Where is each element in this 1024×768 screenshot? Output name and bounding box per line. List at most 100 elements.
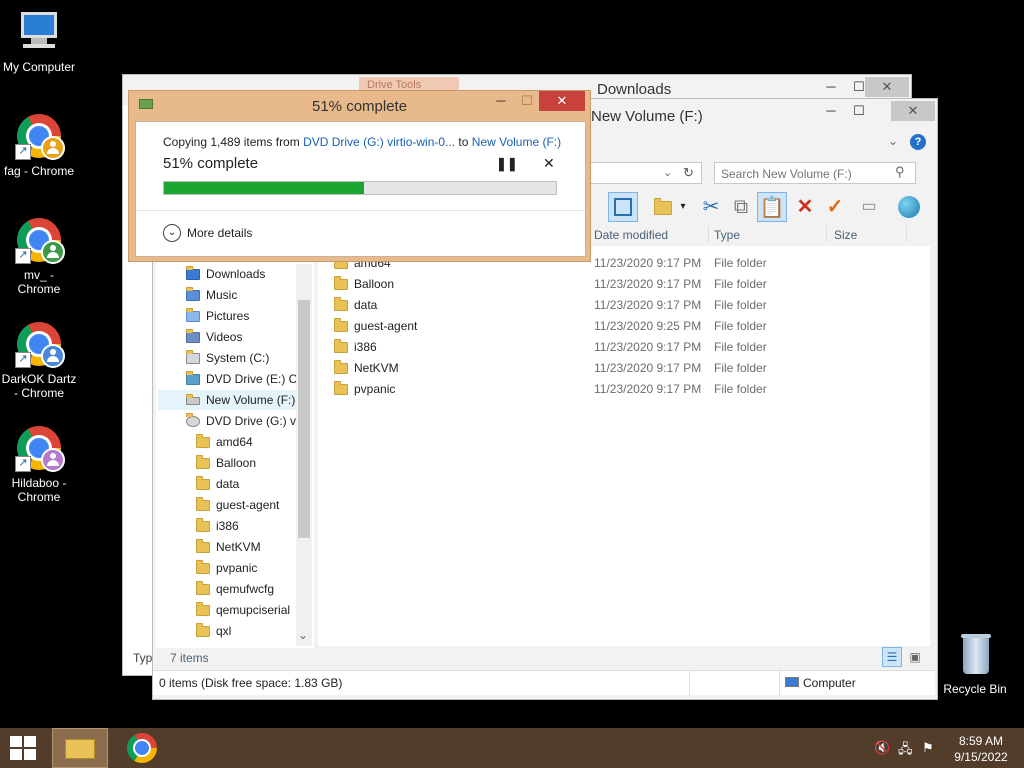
desktop-icon-label: Recycle Bin [943, 682, 1007, 696]
folder-icon [334, 339, 348, 354]
chrome-taskbar-button[interactable] [116, 728, 168, 768]
tree-item[interactable]: pvpanic [196, 558, 296, 578]
maximize-button[interactable]: ☐ [513, 91, 541, 111]
tree-item[interactable]: qxl [196, 621, 296, 641]
tree-item[interactable]: i386 [196, 516, 296, 536]
file-row[interactable]: guest-agent 11/23/2020 9:25 PM File fold… [334, 316, 924, 337]
tree-item[interactable]: Downloads [186, 264, 296, 284]
pause-icon[interactable]: ❚❚ [496, 156, 518, 172]
destination-link[interactable]: New Volume (F:) [472, 135, 561, 149]
rename-check-icon[interactable]: ✓ [820, 192, 850, 222]
chrome-profile-icon: ↗ [15, 320, 65, 368]
chevron-down-icon[interactable]: ▾ [676, 192, 690, 222]
refresh-icon[interactable]: ↻ [683, 165, 694, 181]
maximize-button[interactable]: ☐ [845, 101, 873, 121]
clock-time: 8:59 AM [958, 734, 1004, 748]
chrome-profile-icon: ↗ [15, 424, 65, 472]
properties-icon[interactable]: ▭ [854, 192, 884, 222]
delete-icon[interactable]: ✕ [790, 192, 820, 222]
file-row[interactable]: Balloon 11/23/2020 9:17 PM File folder [334, 274, 924, 295]
folder-icon [334, 276, 348, 291]
file-row[interactable]: data 11/23/2020 9:17 PM File folder [334, 295, 924, 316]
file-explorer-icon [65, 739, 95, 759]
source-link[interactable]: DVD Drive (G:) virtio-win-0... [303, 135, 455, 149]
volume-muted-icon[interactable]: 🔇 [874, 740, 890, 756]
layout-pane-icon[interactable] [608, 192, 638, 222]
minimize-button[interactable]: ─ [817, 77, 845, 97]
file-row[interactable]: NetKVM 11/23/2020 9:17 PM File folder [334, 358, 924, 379]
cut-icon[interactable]: ✂ [696, 192, 726, 222]
tree-item-selected[interactable]: New Volume (F:) [158, 390, 296, 410]
status-text: 0 items (Disk free space: 1.83 GB) [159, 676, 343, 690]
tree-item[interactable]: Videos [186, 327, 296, 347]
globe-icon[interactable] [894, 192, 924, 222]
clock[interactable]: 8:59 AM 9/15/2022 [946, 733, 1016, 765]
chrome-icon [127, 733, 157, 763]
tree-item[interactable]: data [196, 474, 296, 494]
close-button[interactable]: ✕ [865, 77, 909, 97]
chevron-down-circle-icon: ⌄ [163, 224, 181, 242]
desktop-icon-my-computer[interactable]: My Computer [1, 8, 77, 74]
tree-item[interactable]: DVD Drive (G:) vi [186, 411, 296, 431]
copy-icon[interactable]: ⧉ [726, 192, 756, 222]
copy-progress-dialog[interactable]: 51% complete ─ ☐ ✕ Copying 1,489 items f… [128, 90, 591, 262]
details-view-icon[interactable]: ☰ [882, 647, 902, 667]
search-input[interactable] [719, 165, 893, 183]
tree-item[interactable]: Music [186, 285, 296, 305]
close-button[interactable]: ✕ [539, 91, 585, 111]
item-count: 7 items [170, 651, 209, 665]
tree-item[interactable]: Balloon [196, 453, 296, 473]
column-date-modified[interactable]: Date modified [594, 228, 668, 242]
file-row[interactable]: pvpanic 11/23/2020 9:17 PM File folder [334, 379, 924, 400]
tree-item[interactable]: qemupciserial [196, 600, 296, 620]
chevron-down-icon[interactable]: ⌄ [888, 134, 898, 148]
chrome-profile-icon: ↗ [15, 216, 65, 264]
folder-view-icon[interactable] [648, 192, 678, 222]
column-size[interactable]: Size [834, 228, 857, 242]
action-center-icon[interactable]: ⚑ [922, 740, 934, 756]
folder-icon [334, 360, 348, 375]
tree-item[interactable]: qemufwcfg [196, 579, 296, 599]
desktop-icon-recycle-bin[interactable]: Recycle Bin [937, 630, 1013, 696]
desktop-icon-darkok-chrome[interactable]: ↗ DarkOK Dartz - Chrome [1, 320, 77, 400]
desktop-icon-fag-chrome[interactable]: ↗ fag - Chrome [1, 112, 77, 178]
computer-icon [15, 8, 63, 56]
desktop-icon-label: My Computer [2, 60, 76, 74]
paste-icon[interactable]: 📋 [757, 192, 787, 222]
close-button[interactable]: ✕ [891, 101, 935, 121]
window-title: New Volume (F:) [591, 108, 703, 125]
minimize-button[interactable]: ─ [487, 91, 515, 111]
search-box[interactable]: ⚲ [714, 162, 916, 184]
scrollbar-thumb[interactable] [298, 300, 310, 538]
tree-item[interactable]: Pictures [186, 306, 296, 326]
chevron-down-icon[interactable]: ⌄ [298, 628, 308, 642]
status-bar: 0 items (Disk free space: 1.83 GB) Compu… [153, 670, 935, 695]
desktop-icon-mv-chrome[interactable]: ↗ mv_ - Chrome [1, 216, 77, 296]
minimize-button[interactable]: ─ [817, 101, 845, 121]
desktop-icon-label: DarkOK Dartz - Chrome [1, 372, 77, 400]
network-icon[interactable]: 🖧 [898, 740, 913, 762]
large-icons-view-icon[interactable]: ▣ [906, 648, 924, 666]
desktop-icon-hildaboo-chrome[interactable]: ↗ Hildaboo - Chrome [1, 424, 77, 504]
start-icon[interactable] [10, 736, 36, 760]
tree-item[interactable]: System (C:) [186, 348, 296, 368]
close-icon[interactable]: ✕ [543, 155, 555, 172]
tree-item[interactable]: guest-agent [196, 495, 296, 515]
folder-icon [334, 297, 348, 312]
chevron-down-icon[interactable]: ⌄ [663, 166, 672, 179]
more-details-label: More details [187, 226, 253, 240]
nav-scrollbar[interactable]: ⌄ [296, 264, 312, 646]
desktop-icon-label: Hildaboo - Chrome [11, 476, 67, 504]
progress-bar-fill [164, 182, 364, 194]
help-icon[interactable]: ? [910, 134, 926, 150]
file-explorer-taskbar-button[interactable] [52, 728, 108, 768]
column-type[interactable]: Type [714, 228, 740, 242]
address-bar[interactable]: ⌄ ↻ [590, 162, 702, 184]
computer-icon [785, 677, 799, 687]
tree-item[interactable]: NetKVM [196, 537, 296, 557]
tree-item[interactable]: DVD Drive (E:) CC [186, 369, 296, 389]
file-row[interactable]: i386 11/23/2020 9:17 PM File folder [334, 337, 924, 358]
search-icon[interactable]: ⚲ [895, 164, 905, 180]
tree-item[interactable]: amd64 [196, 432, 296, 452]
progress-percent-text: 51% complete [163, 155, 259, 172]
